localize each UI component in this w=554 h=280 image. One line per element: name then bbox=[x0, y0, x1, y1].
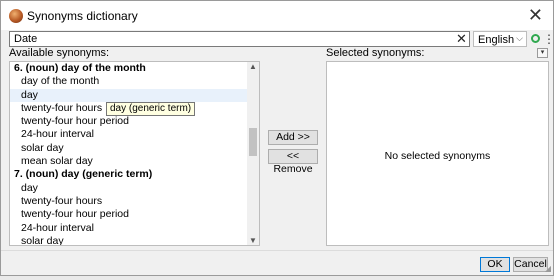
synonym-rows: 6. (noun) day of the month day of the mon… bbox=[10, 62, 248, 245]
selected-synonyms-label: Selected synonyms: bbox=[326, 47, 425, 59]
synonym-tooltip: day (generic term) bbox=[106, 102, 196, 116]
search-row: ✕ English ⌵ ⋮ bbox=[9, 31, 554, 47]
synonym-item[interactable]: twenty-four hours bbox=[10, 195, 248, 208]
selected-menu-icon[interactable]: ▾ bbox=[537, 48, 548, 58]
footer-divider bbox=[1, 250, 553, 251]
synonym-item[interactable]: day bbox=[10, 88, 248, 102]
synonym-item[interactable]: 24-hour interval bbox=[10, 222, 248, 235]
resize-grip-icon[interactable]: ◢ bbox=[545, 264, 551, 273]
synonym-item[interactable]: twenty-four hour period bbox=[10, 115, 248, 128]
synonyms-dialog: Synonyms dictionary ✕ ✕ English ⌵ ⋮ Avai… bbox=[0, 0, 554, 276]
cancel-button[interactable]: Cancel bbox=[513, 257, 548, 272]
title-bar[interactable]: Synonyms dictionary ✕ bbox=[1, 1, 553, 30]
add-button[interactable]: Add >> bbox=[268, 130, 318, 145]
list-scrollbar[interactable]: ▲ ▼ bbox=[247, 62, 259, 245]
synonym-item[interactable]: twenty-four hour period bbox=[10, 208, 248, 221]
scroll-thumb[interactable] bbox=[249, 128, 257, 156]
available-synonyms-list[interactable]: 6. (noun) day of the month day of the mon… bbox=[9, 61, 260, 246]
search-input[interactable] bbox=[9, 31, 470, 47]
clear-icon[interactable]: ✕ bbox=[456, 31, 467, 47]
close-icon[interactable]: ✕ bbox=[528, 4, 543, 26]
remove-button[interactable]: << Remove bbox=[268, 149, 318, 175]
dictionary-app-icon bbox=[9, 9, 23, 23]
scroll-up-icon[interactable]: ▲ bbox=[249, 62, 257, 71]
synonym-item[interactable]: mean solar day bbox=[10, 155, 248, 168]
synonym-item[interactable]: solar day bbox=[10, 142, 248, 155]
empty-message: No selected synonyms bbox=[384, 150, 491, 162]
language-select[interactable]: English ⌵ bbox=[473, 31, 527, 47]
synonym-group-header[interactable]: 6. (noun) day of the month bbox=[10, 62, 248, 75]
window-title: Synonyms dictionary bbox=[27, 9, 138, 23]
synonym-item[interactable]: day bbox=[10, 182, 248, 195]
synonym-item[interactable]: day of the month bbox=[10, 75, 248, 88]
more-vertical-icon[interactable]: ⋮ bbox=[543, 31, 554, 47]
synonym-item[interactable]: solar day bbox=[10, 235, 248, 245]
selected-synonyms-list[interactable]: No selected synonyms bbox=[326, 61, 549, 246]
chevron-down-icon: ⌵ bbox=[516, 33, 523, 43]
scroll-down-icon[interactable]: ▼ bbox=[249, 236, 257, 245]
ok-button[interactable]: OK bbox=[480, 257, 510, 272]
synonym-item[interactable]: 24-hour interval bbox=[10, 128, 248, 141]
language-value: English bbox=[478, 34, 515, 46]
available-synonyms-label: Available synonyms: bbox=[9, 47, 110, 59]
synonym-group-header[interactable]: 7. (noun) day (generic term) bbox=[10, 168, 248, 181]
check-circle-icon[interactable] bbox=[531, 34, 540, 43]
